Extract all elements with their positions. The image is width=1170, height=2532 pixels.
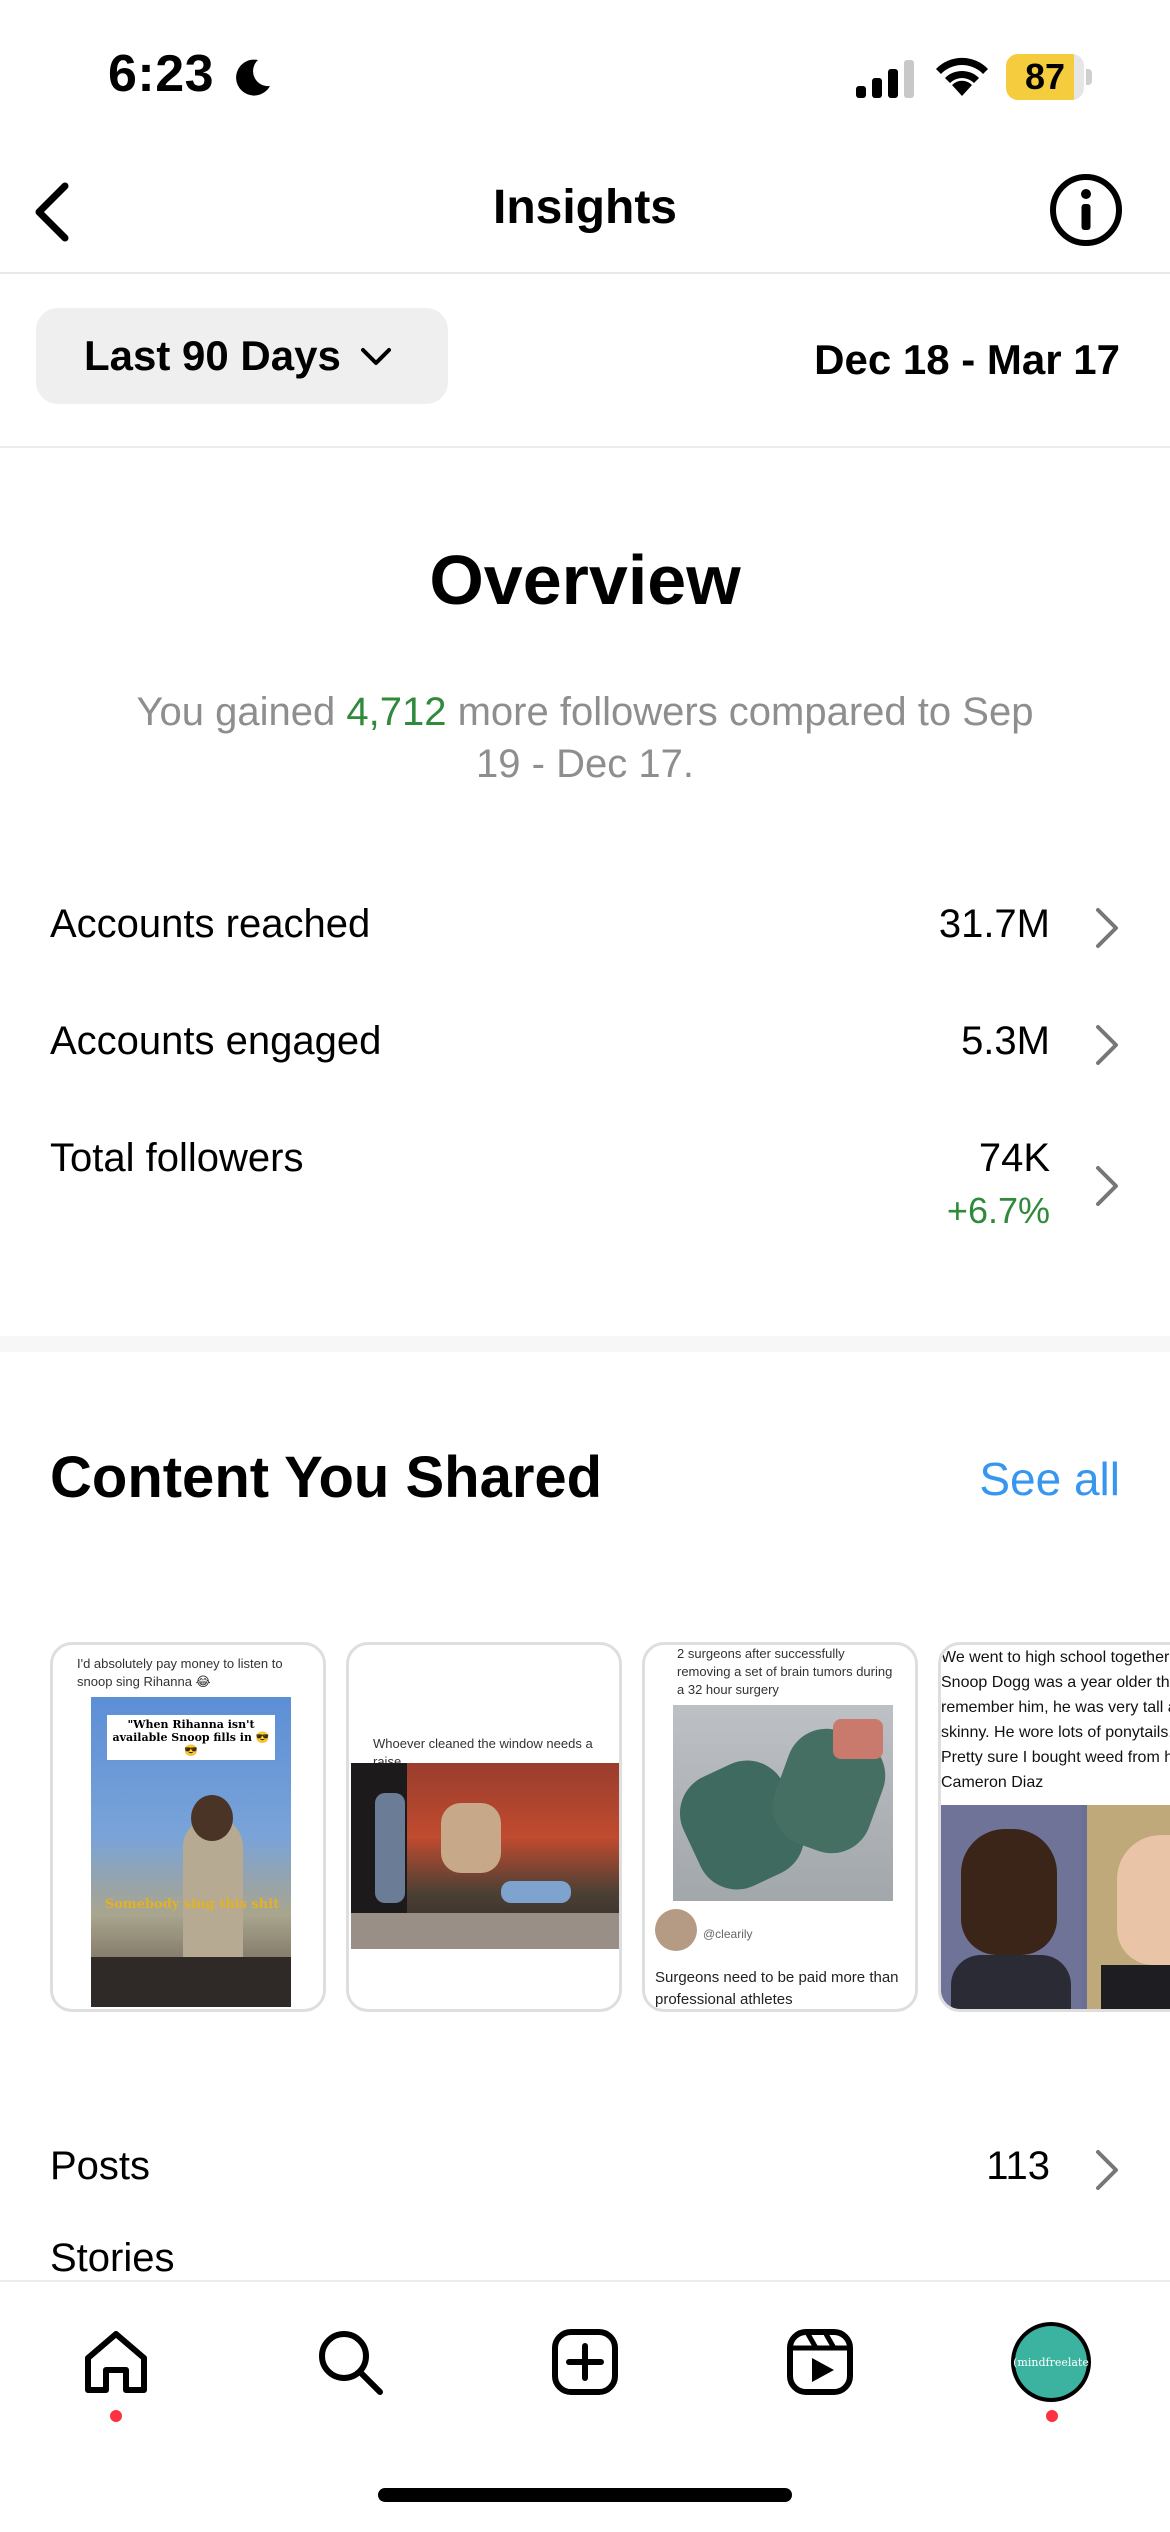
moon-icon: [236, 59, 270, 96]
reels-icon: [787, 2329, 853, 2395]
metric-row-total-followers[interactable]: Total followers 74K +6.7%: [0, 1114, 1170, 1264]
image-face: [1117, 1835, 1170, 1965]
metric-row-accounts-engaged[interactable]: Accounts engaged 5.3M: [0, 997, 1170, 1097]
image-clothes: [1101, 1965, 1170, 2009]
home-icon: [85, 2331, 147, 2393]
content-thumbnail[interactable]: We went to high school together Snoop Do…: [938, 1642, 1170, 2012]
content-shared-title: Content You Shared: [50, 1445, 603, 1510]
thumbnail-caption: We went to high school together Snoop Do…: [941, 1649, 1170, 1791]
insights-screen: 6:23 87 Insights Last 90 Days Dec 18 - M…: [0, 0, 1170, 2532]
date-filter-row: Last 90 Days Dec 18 - Mar 17: [0, 276, 1170, 448]
chevron-left-icon: [35, 182, 69, 242]
profile-notification-dot: [1046, 2410, 1058, 2422]
image-equipment: [833, 1719, 883, 1759]
summary-suffix: more followers compared to Sep 19 - Dec …: [446, 690, 1034, 786]
thumbnail-image: [673, 1705, 893, 1901]
image-face: [961, 1829, 1057, 1955]
image-floor: [351, 1913, 619, 1949]
thumbnail-handle: @clearily: [703, 1927, 753, 1941]
thumbnail-image: [351, 1763, 619, 1949]
metric-value: 31.7M: [938, 902, 1050, 946]
battery-body: 87: [1006, 54, 1084, 100]
home-notification-dot: [110, 2410, 122, 2422]
chevron-right-icon: [1096, 908, 1118, 948]
metric-row-accounts-reached[interactable]: Accounts reached 31.7M: [0, 880, 1170, 980]
image-person: [501, 1881, 571, 1903]
chevron-right-icon: [1096, 1166, 1118, 1206]
thumbnail-image: "When Rihanna isn't available Snoop fill…: [91, 1697, 291, 2007]
battery-level: 87: [1024, 56, 1066, 97]
content-thumbnail-strip: I'd absolutely pay money to listen to sn…: [50, 1642, 1170, 2014]
profile-avatar: (mindfreelate: [1011, 2322, 1091, 2402]
nav-header: Insights: [0, 150, 1170, 274]
thumbnail-caption: 2 surgeons after successfully removing a…: [677, 1646, 893, 1697]
status-bar: 6:23 87: [0, 0, 1170, 150]
battery-indicator: 87: [1006, 54, 1092, 100]
summary-prefix: You gained: [136, 690, 347, 734]
info-button[interactable]: [1046, 170, 1126, 250]
overview-summary: You gained 4,712 more followers compared…: [120, 686, 1050, 790]
status-time: 6:23: [108, 45, 215, 103]
image-quote: "When Rihanna isn't available Snoop fill…: [107, 1715, 275, 1760]
metric-value: 5.3M: [961, 1019, 1050, 1063]
thumbnail-caption: I'd absolutely pay money to listen to sn…: [77, 1656, 283, 1689]
image-person: [375, 1793, 405, 1903]
tab-profile[interactable]: (mindfreelate: [1011, 2322, 1091, 2402]
tab-reels[interactable]: [780, 2322, 860, 2402]
chevron-right-icon: [1096, 2150, 1118, 2190]
section-divider: [0, 1336, 1170, 1352]
metric-label: Accounts reached: [50, 902, 371, 946]
avatar: [655, 1909, 697, 1951]
metric-value: 74K: [978, 1136, 1050, 1180]
image-crowd: [91, 1957, 291, 2007]
battery-tip: [1086, 69, 1092, 85]
see-all-link[interactable]: See all: [979, 1452, 1120, 1506]
thumbnail-image: [941, 1805, 1170, 2009]
image-overlay-text: Somebody sing this shit: [104, 1897, 280, 1912]
avatar-text: (mindfreelate: [1013, 2326, 1089, 2398]
row-value: 113: [986, 2144, 1050, 2188]
content-thumbnail[interactable]: 2 surgeons after successfully removing a…: [642, 1642, 918, 2012]
follower-gain-count: 4,712: [346, 690, 447, 734]
tab-create[interactable]: [545, 2322, 625, 2402]
date-range-label: Last 90 Days: [84, 332, 341, 379]
chevron-right-icon: [1096, 1025, 1118, 1065]
metric-label: Accounts engaged: [50, 1019, 382, 1063]
page-title: Insights: [492, 181, 677, 234]
image-head: [191, 1795, 233, 1841]
chevron-down-icon: [360, 348, 391, 365]
thumbnail-footer: Surgeons need to be paid more than profe…: [655, 1969, 899, 2008]
row-label: Posts: [50, 2144, 151, 2188]
back-button[interactable]: [18, 170, 88, 254]
search-icon: [319, 2331, 383, 2395]
image-suit: [951, 1955, 1071, 2009]
metric-label: Total followers: [50, 1136, 304, 1180]
date-range-text: Dec 18 - Mar 17: [814, 336, 1120, 383]
home-indicator: [378, 2488, 792, 2502]
wifi-icon: [936, 57, 988, 96]
metric-change: +6.7%: [946, 1190, 1050, 1231]
content-thumbnail[interactable]: Whoever cleaned the window needs a raise: [346, 1642, 622, 2012]
tab-search[interactable]: [310, 2322, 390, 2402]
create-icon: [552, 2329, 618, 2395]
posts-row[interactable]: Posts 113: [0, 2122, 1170, 2222]
date-range-dropdown[interactable]: Last 90 Days: [36, 308, 448, 404]
image-person: [441, 1803, 501, 1873]
cellular-signal-icon: [856, 60, 914, 98]
overview-title: Overview: [429, 541, 741, 619]
tab-home[interactable]: [76, 2322, 156, 2402]
content-thumbnail[interactable]: I'd absolutely pay money to listen to sn…: [50, 1642, 326, 2012]
stories-row-label[interactable]: Stories: [50, 2236, 175, 2281]
